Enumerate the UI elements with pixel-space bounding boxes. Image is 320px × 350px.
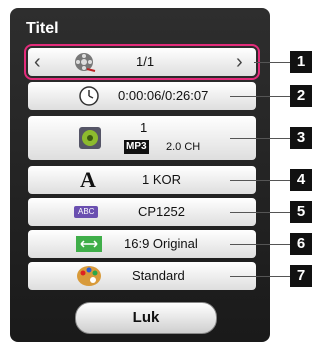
subtitle-icon: A	[80, 167, 96, 192]
subtitle-value: 1 KOR	[142, 172, 182, 187]
codepage-value: CP1252	[138, 204, 185, 219]
aspect-row[interactable]: 16:9 Original	[28, 230, 256, 258]
chevron-left-icon[interactable]: ‹	[34, 50, 41, 74]
time-row[interactable]: 0:00:06/0:26:07	[28, 82, 256, 110]
chevron-right-icon[interactable]: ›	[236, 50, 243, 74]
aspect-ratio-icon	[76, 236, 102, 252]
callout-badge-6: 6	[290, 233, 312, 255]
audio-channels: 2.0 CH	[166, 141, 201, 153]
title-value: 1/1	[136, 54, 155, 69]
audio-track-number: 1	[140, 120, 148, 135]
callout-badge-5: 5	[290, 201, 312, 223]
callout-badge-4: 4	[290, 169, 312, 191]
codepage-row[interactable]: ABC CP1252	[28, 198, 256, 226]
callout-line-2	[230, 96, 290, 97]
picture-mode-value: Standard	[132, 268, 185, 283]
callout-line-7	[230, 276, 290, 277]
aspect-value: 16:9 Original	[124, 236, 198, 251]
callout-line-5	[230, 212, 290, 213]
callout-badge-1: 1	[290, 51, 312, 73]
picture-mode-row[interactable]: Standard	[28, 262, 256, 290]
dialog-title: Titel	[26, 20, 59, 37]
callout-line-3	[230, 138, 290, 139]
time-value: 0:00:06/0:26:07	[118, 88, 209, 103]
subtitle-row[interactable]: A 1 KOR	[28, 166, 256, 194]
title-row[interactable]: ‹ 1/1 ›	[24, 44, 260, 80]
speaker-icon	[79, 127, 101, 149]
audio-row[interactable]: 1 MP3 2.0 CH	[28, 116, 256, 160]
callout-line-6	[230, 244, 290, 245]
clock-icon	[79, 86, 99, 106]
film-reel-icon	[75, 53, 96, 72]
audio-codec-badge: MP3	[124, 140, 149, 154]
codepage-icon: ABC	[74, 206, 99, 218]
callout-badge-3: 3	[290, 127, 312, 149]
callout-line-4	[230, 180, 290, 181]
callout-badge-2: 2	[290, 85, 312, 107]
palette-icon	[77, 266, 101, 286]
close-button[interactable]: Luk	[75, 302, 217, 334]
callout-badge-7: 7	[290, 265, 312, 287]
callout-line-1	[254, 62, 290, 63]
